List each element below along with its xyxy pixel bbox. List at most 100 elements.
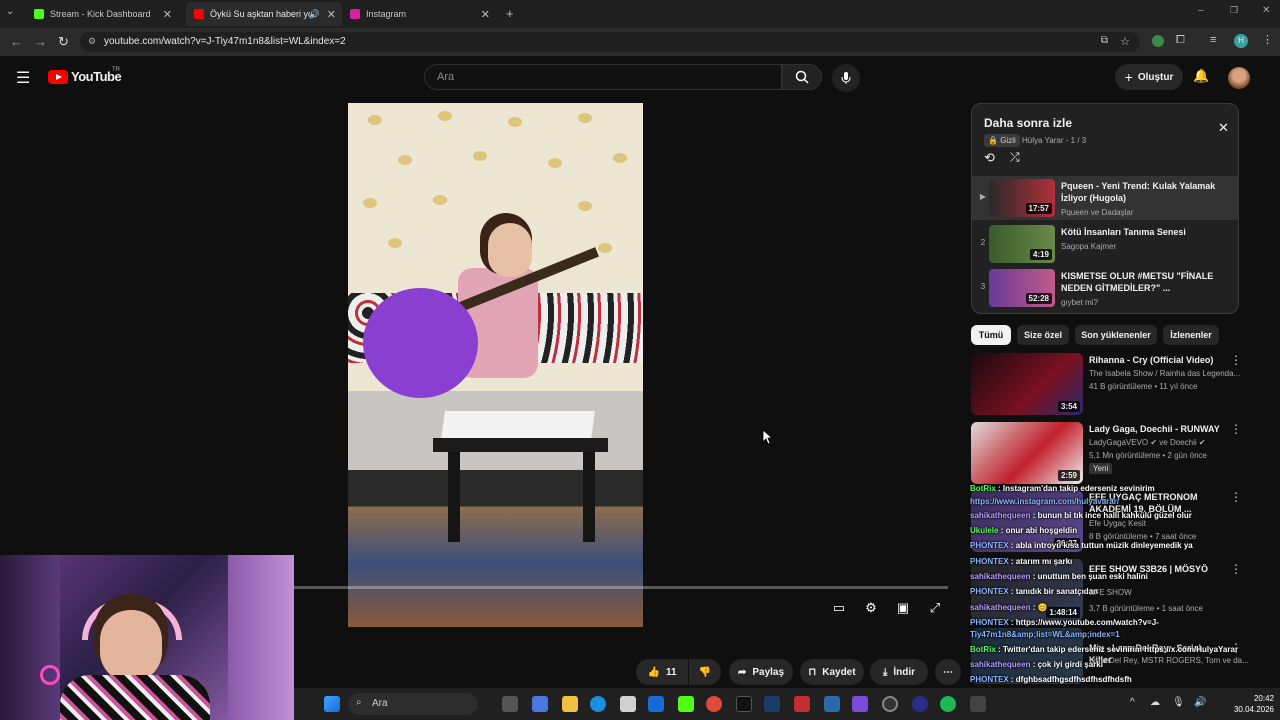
more-vert-icon[interactable]: ⋮	[1230, 353, 1242, 367]
recommendation-title[interactable]: Lady Gaga, Doechii - RUNWAY	[1089, 423, 1225, 435]
kick-app-icon[interactable]	[678, 696, 694, 712]
extensions-puzzle-icon[interactable]: ⧠	[1176, 34, 1185, 47]
app-icon[interactable]	[824, 696, 840, 712]
chat-username[interactable]: BotRix	[970, 484, 996, 493]
network-icon[interactable]: ☁	[1150, 697, 1160, 708]
chat-username[interactable]: PHONTEX	[970, 675, 1009, 684]
loop-icon[interactable]: ⟲	[984, 150, 995, 166]
settings-gear-icon[interactable]: ⚙	[862, 600, 880, 618]
more-actions-button[interactable]: ⋯	[935, 659, 961, 685]
browser-menu-icon[interactable]: ⋮	[1262, 33, 1273, 46]
chip-watched[interactable]: İzlenenler	[1163, 325, 1219, 345]
chat-username[interactable]: PHONTEX	[970, 618, 1009, 627]
outlook-icon[interactable]	[648, 696, 664, 712]
like-button[interactable]: 👍 11	[636, 659, 688, 685]
app-icon[interactable]	[970, 696, 986, 712]
steam-icon[interactable]	[764, 696, 780, 712]
chip-for-you[interactable]: Size özel	[1017, 325, 1069, 345]
youtube-logo-icon[interactable]	[48, 70, 68, 84]
reading-list-icon[interactable]: ≡	[1210, 34, 1216, 46]
store-icon[interactable]	[620, 696, 636, 712]
search-button[interactable]	[782, 64, 822, 90]
chat-username[interactable]: sahikathequeen	[970, 603, 1030, 612]
close-icon[interactable]: ✕	[481, 8, 490, 21]
recommendation-channel[interactable]: The Isabela Show / Rainha das Legenda...	[1089, 369, 1240, 378]
edge-icon[interactable]	[590, 696, 606, 712]
close-icon[interactable]: ✕	[327, 8, 336, 21]
tab-instagram[interactable]: Instagram ✕	[342, 2, 496, 26]
url-field[interactable]: ⚙ youtube.com/watch?v=J-Tiy47m1n8&list=W…	[80, 32, 1140, 52]
app-icon[interactable]	[794, 696, 810, 712]
chat-username[interactable]: sahikathequeen	[970, 660, 1030, 669]
fullscreen-icon[interactable]: ⤢	[926, 600, 944, 618]
taskbar-clock[interactable]: 20:42 30.04.2026	[1224, 693, 1274, 715]
microphone-icon[interactable]: 🎙	[1172, 697, 1185, 708]
notifications-bell-icon[interactable]: 🔔	[1193, 68, 1209, 84]
close-window-icon[interactable]: ✕	[1262, 5, 1270, 16]
playlist-title[interactable]: Daha sonra izle	[984, 116, 1072, 130]
chat-username[interactable]: sahikathequeen	[970, 511, 1030, 520]
tab-list-icon[interactable]: ⌄	[6, 6, 14, 17]
app-icon[interactable]	[852, 696, 868, 712]
hamburger-menu-icon[interactable]: ☰	[16, 68, 30, 88]
tab-kick[interactable]: Stream - Kick Dashboard ✕	[26, 2, 178, 26]
account-avatar[interactable]	[1228, 67, 1250, 89]
voice-search-button[interactable]	[832, 64, 860, 92]
close-icon[interactable]: ✕	[163, 8, 172, 21]
more-vert-icon[interactable]: ⋮	[1230, 490, 1242, 504]
copilot-icon[interactable]	[532, 696, 548, 712]
share-button[interactable]: ➦ Paylaş	[729, 659, 793, 685]
chat-username[interactable]: PHONTEX	[970, 541, 1009, 550]
speaker-icon[interactable]: 🔊	[309, 9, 320, 20]
download-button[interactable]: ⤓ İndir	[870, 659, 928, 685]
cast-icon[interactable]: ⧉	[1101, 35, 1108, 46]
recommendation-channel[interactable]: Lana Del Rey, MSTR ROGERS, Tom ve da...	[1089, 656, 1249, 665]
tray-chevron-icon[interactable]: ^	[1130, 697, 1135, 708]
maximize-icon[interactable]: ❐	[1230, 5, 1238, 16]
recommendation-thumbnail[interactable]: 2:59	[971, 422, 1083, 484]
recommendation-channel[interactable]: LadyGagaVEVO ✔ ve Doechii ✔	[1089, 438, 1206, 447]
profile-avatar[interactable]: H	[1234, 34, 1248, 48]
save-button[interactable]: ⊓ Kaydet	[800, 659, 864, 685]
dislike-button[interactable]: 👎	[689, 659, 721, 685]
subtitles-icon[interactable]: ▭	[830, 600, 848, 618]
reload-icon[interactable]: ↻	[58, 34, 69, 50]
taskbar-search-input[interactable]: ⌕ Ara	[348, 693, 478, 715]
file-explorer-icon[interactable]	[562, 696, 578, 712]
recommendation-thumbnail[interactable]: 3:54	[971, 353, 1083, 415]
create-button[interactable]: + Oluştur	[1115, 64, 1183, 90]
windows-start-icon[interactable]	[324, 696, 340, 712]
chat-username[interactable]: PHONTEX	[970, 557, 1009, 566]
more-vert-icon[interactable]: ⋮	[1230, 562, 1242, 576]
app-icon[interactable]	[912, 696, 928, 712]
task-view-icon[interactable]	[502, 696, 518, 712]
bookmark-star-icon[interactable]: ☆	[1120, 35, 1130, 48]
chat-username[interactable]: sahikathequeen	[970, 572, 1030, 581]
recommendation-channel[interactable]: Efe Uygaç Kesit	[1089, 519, 1146, 528]
extension-icon[interactable]	[1152, 35, 1164, 47]
shuffle-icon[interactable]: ⤮	[1010, 150, 1020, 165]
playlist-item[interactable]: 2 4:19 Kötü İnsanları Tanıma Senesi Sago…	[972, 222, 1238, 266]
video-player[interactable]	[348, 103, 643, 627]
recommendation-title[interactable]: Rihanna - Cry (Official Video)	[1089, 354, 1225, 366]
forward-icon[interactable]: →	[34, 34, 47, 49]
volume-icon[interactable]: 🔊	[1194, 697, 1206, 708]
chat-username[interactable]: BotRix	[970, 645, 996, 654]
playlist-item[interactable]: ▶ 17:57 Pqueen - Yeni Trend: Kulak Yalam…	[972, 176, 1238, 220]
chat-username[interactable]: PHONTEX	[970, 587, 1009, 596]
close-icon[interactable]: ✕	[1218, 120, 1229, 136]
video-progress-bar[interactable]	[294, 586, 948, 589]
search-input[interactable]: Ara	[424, 64, 782, 90]
chip-recently-uploaded[interactable]: Son yüklenenler	[1075, 325, 1157, 345]
minimize-icon[interactable]: –	[1198, 5, 1204, 16]
new-tab-icon[interactable]: +	[506, 6, 514, 21]
obs-icon[interactable]	[882, 696, 898, 712]
chrome-icon[interactable]	[706, 696, 722, 712]
tab-youtube[interactable]: Öykü Su aşktan haberi yok 🔊 ✕	[186, 2, 342, 26]
site-info-icon[interactable]: ⚙	[88, 36, 96, 47]
spotify-icon[interactable]	[940, 696, 956, 712]
theater-mode-icon[interactable]: ▣	[894, 600, 912, 618]
more-vert-icon[interactable]: ⋮	[1230, 422, 1242, 436]
back-icon[interactable]: ←	[10, 34, 23, 49]
epic-games-icon[interactable]	[736, 696, 752, 712]
